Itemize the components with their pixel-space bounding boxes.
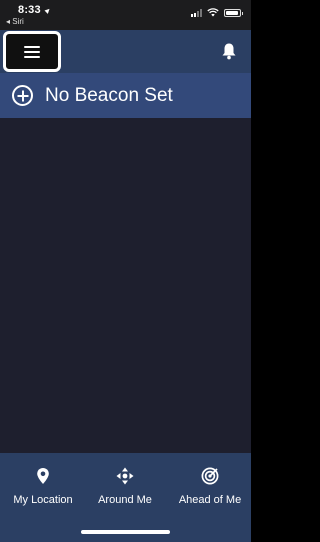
app-header <box>0 30 251 73</box>
status-bar: 8:33▲ ◂ Siri <box>0 0 251 30</box>
tab-my-location[interactable]: My Location <box>8 467 78 506</box>
beacon-bar[interactable]: No Beacon Set <box>0 73 251 118</box>
back-to-siri-link[interactable]: ◂ Siri <box>6 17 24 26</box>
wifi-icon <box>207 8 219 17</box>
radar-ahead-icon <box>201 467 219 485</box>
tab-label-my-location: My Location <box>13 494 73 506</box>
tab-around-me[interactable]: Around Me <box>92 467 158 506</box>
location-arrow-icon: ▲ <box>41 4 54 17</box>
battery-icon <box>224 8 243 17</box>
plus-circle-icon <box>12 85 33 106</box>
tab-ahead-of-me[interactable]: Ahead of Me <box>172 467 248 506</box>
hamburger-icon <box>24 45 40 58</box>
tab-label-around-me: Around Me <box>98 494 152 506</box>
bell-icon[interactable] <box>221 42 237 60</box>
tab-bar: My Location Around Me Ahead of Me <box>0 453 251 542</box>
tab-label-ahead-of-me: Ahead of Me <box>178 494 242 506</box>
location-pin-icon <box>37 468 49 484</box>
time-text: 8:33 <box>18 4 41 16</box>
status-time: 8:33▲ <box>18 4 54 17</box>
battery-fill <box>226 10 238 15</box>
cellular-signal-icon <box>191 8 202 17</box>
main-content-area <box>0 118 251 453</box>
home-indicator[interactable] <box>81 530 170 534</box>
arrows-around-icon <box>116 467 134 485</box>
status-icons <box>191 8 243 17</box>
menu-button[interactable] <box>3 31 61 72</box>
beacon-label: No Beacon Set <box>45 84 173 106</box>
